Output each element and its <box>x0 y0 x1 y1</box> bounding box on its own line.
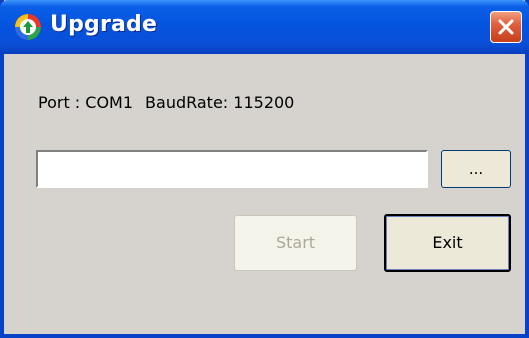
window-title: Upgrade <box>50 12 158 37</box>
upgrade-app-icon <box>14 13 42 41</box>
exit-button[interactable]: Exit <box>384 214 511 272</box>
port-label: Port : COM1 <box>38 93 134 112</box>
upgrade-dialog: Upgrade Port : COM1 BaudRate: 115200 ... … <box>0 0 529 338</box>
title-bar[interactable]: Upgrade <box>0 0 529 54</box>
start-button[interactable]: Start <box>234 215 357 271</box>
close-button[interactable] <box>490 11 522 43</box>
browse-button[interactable]: ... <box>441 150 511 188</box>
close-icon <box>498 19 514 35</box>
firmware-path-input[interactable] <box>36 150 428 188</box>
baudrate-label: BaudRate: 115200 <box>145 93 295 112</box>
connection-info: Port : COM1 BaudRate: 115200 <box>38 93 294 112</box>
